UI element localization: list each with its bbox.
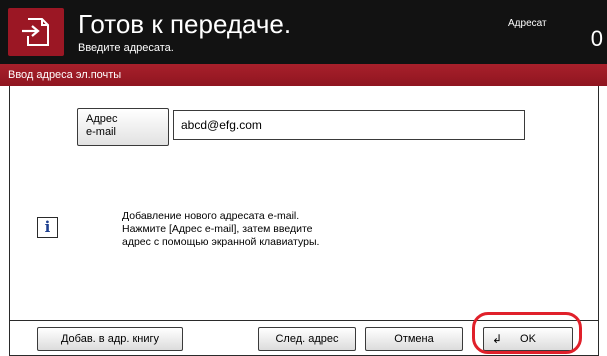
email-address-button-line1: Адрес: [86, 113, 118, 125]
info-message: Добавление нового адресата e-mail. Нажми…: [122, 210, 422, 249]
next-address-button[interactable]: След. адрес: [258, 327, 356, 351]
panel-title: Ввод адреса эл.почты: [0, 64, 607, 86]
email-address-button[interactable]: Адрес e-mail: [77, 108, 169, 146]
add-to-address-book-button[interactable]: Добав. в адр. книгу: [37, 327, 183, 351]
info-line: адрес с помощью экранной клавиатуры.: [122, 236, 320, 248]
status-subtitle: Введите адресата.: [78, 42, 174, 54]
status-title: Готов к передаче.: [78, 9, 292, 39]
cancel-button[interactable]: Отмена: [365, 327, 463, 351]
status-header: Готов к передаче. Введите адресата. Адре…: [0, 0, 607, 64]
info-icon: i: [37, 217, 58, 238]
email-field[interactable]: abcd@efg.com: [173, 110, 525, 140]
info-line: Добавление нового адресата e-mail.: [122, 210, 300, 222]
destination-count: 0: [590, 26, 603, 51]
send-document-icon: [8, 8, 64, 56]
email-address-button-line2: e-mail: [86, 126, 116, 138]
ok-highlight-ring: [472, 312, 582, 354]
destination-label: Адресат: [508, 18, 547, 29]
info-line: Нажмите [Адрес e-mail], затем введите: [122, 223, 313, 235]
